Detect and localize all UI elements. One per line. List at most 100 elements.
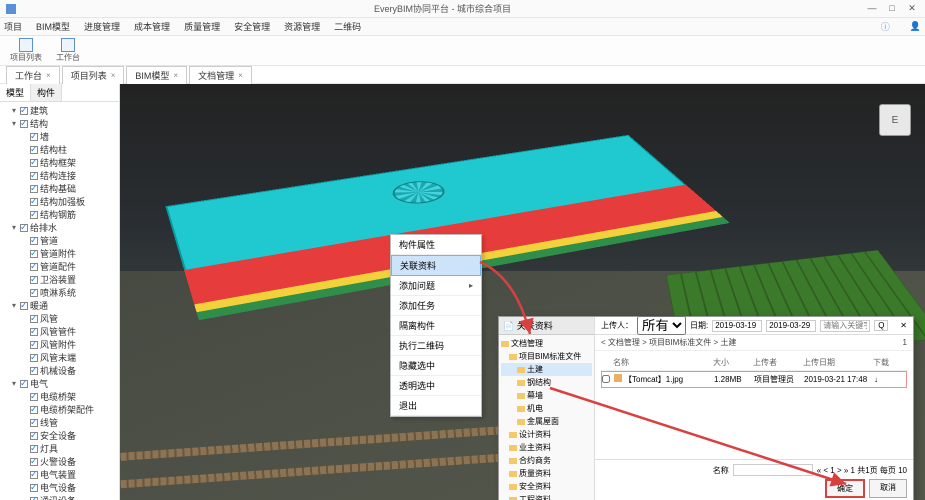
ok-button[interactable]: 确定	[825, 479, 865, 498]
tree-node[interactable]: 火警设备	[2, 455, 117, 468]
tree-node[interactable]: 电缆桥架配件	[2, 403, 117, 416]
menu-schedule[interactable]: 进度管理	[84, 20, 120, 33]
tree-node[interactable]: ▾电气	[2, 377, 117, 390]
checkbox[interactable]	[20, 120, 28, 128]
checkbox[interactable]	[30, 198, 38, 206]
keyword-input[interactable]	[820, 320, 870, 332]
col-date[interactable]: 上传日期	[803, 357, 873, 368]
tree-node[interactable]: 风管附件	[2, 338, 117, 351]
tree-node[interactable]: 喷淋系统	[2, 286, 117, 299]
tree-node[interactable]: 结构连接	[2, 169, 117, 182]
context-menu-item[interactable]: 执行二维码	[391, 336, 481, 356]
menu-project[interactable]: 项目	[4, 20, 22, 33]
checkbox[interactable]	[30, 133, 38, 141]
minimize-button[interactable]: —	[865, 3, 879, 14]
tree-node[interactable]: 风管管件	[2, 325, 117, 338]
context-menu-item[interactable]: 隐藏选中	[391, 356, 481, 376]
checkbox[interactable]	[30, 419, 38, 427]
tree-node[interactable]: 管道	[2, 234, 117, 247]
context-menu-item[interactable]: 添加问题▸	[391, 276, 481, 296]
maximize-button[interactable]: □	[885, 3, 899, 14]
checkbox[interactable]	[20, 224, 28, 232]
tree-node[interactable]: 结构框架	[2, 156, 117, 169]
checkbox[interactable]	[30, 315, 38, 323]
tree-node[interactable]: 电气装置	[2, 468, 117, 481]
col-download[interactable]: 下载	[873, 357, 893, 368]
folder-node[interactable]: 合约商务	[501, 454, 592, 467]
close-button[interactable]: ✕	[905, 3, 919, 14]
date-to-input[interactable]	[766, 320, 816, 332]
checkbox[interactable]	[30, 263, 38, 271]
menu-qrcode[interactable]: 二维码	[334, 20, 361, 33]
tree-node[interactable]: 风管	[2, 312, 117, 325]
tree-node[interactable]: ▾给排水	[2, 221, 117, 234]
col-size[interactable]: 大小	[713, 357, 753, 368]
folder-node[interactable]: 业主资料	[501, 441, 592, 454]
context-menu-item[interactable]: 构件属性	[391, 235, 481, 255]
col-name[interactable]: 名称	[613, 357, 713, 368]
close-icon[interactable]: ×	[238, 71, 243, 80]
user-icon[interactable]: 👤	[910, 21, 921, 32]
tree-node[interactable]: 电缆桥架	[2, 390, 117, 403]
menu-resource[interactable]: 资源管理	[284, 20, 320, 33]
uploader-select[interactable]: 所有	[637, 316, 686, 335]
dialog-close-icon[interactable]: ✕	[900, 321, 907, 330]
close-icon[interactable]: ×	[46, 71, 51, 80]
checkbox[interactable]	[30, 341, 38, 349]
toggle-icon[interactable]: ▾	[10, 119, 18, 128]
cancel-button[interactable]: 取消	[869, 479, 907, 498]
close-icon[interactable]: ×	[111, 71, 116, 80]
tab-doc-mgmt[interactable]: 文档管理×	[189, 66, 252, 84]
menu-bim[interactable]: BIM模型	[36, 20, 70, 33]
context-menu-item[interactable]: 关联资料	[391, 255, 481, 276]
pager[interactable]: « < 1 > » 1 共1页 每页 10	[817, 465, 907, 476]
toolbar-workspace[interactable]: 工作台	[52, 37, 84, 64]
close-icon[interactable]: ×	[173, 71, 178, 80]
context-menu-item[interactable]: 退出	[391, 396, 481, 416]
folder-node[interactable]: 工程资料	[501, 493, 592, 500]
folder-node[interactable]: 文档管理	[501, 337, 592, 350]
3d-viewport[interactable]: E N 构件属性关联资料添加问题▸添加任务隔离构件执行二维码隐藏选中透明选中退出…	[120, 84, 925, 500]
folder-node[interactable]: 机电	[501, 402, 592, 415]
date-from-input[interactable]	[712, 320, 762, 332]
folder-node[interactable]: 钢结构	[501, 376, 592, 389]
tree-node[interactable]: 管道配件	[2, 260, 117, 273]
checkbox[interactable]	[30, 276, 38, 284]
checkbox[interactable]	[30, 354, 38, 362]
search-icon[interactable]: Q	[874, 320, 888, 331]
checkbox[interactable]	[30, 328, 38, 336]
checkbox[interactable]	[20, 302, 28, 310]
tree-node[interactable]: 管道附件	[2, 247, 117, 260]
help-icon[interactable]: ⓘ	[881, 20, 890, 33]
tree-node[interactable]: 墙	[2, 130, 117, 143]
context-menu-item[interactable]: 透明选中	[391, 376, 481, 396]
ext-input[interactable]	[733, 464, 813, 476]
folder-node[interactable]: 安全资料	[501, 480, 592, 493]
menu-quality[interactable]: 质量管理	[184, 20, 220, 33]
checkbox[interactable]	[30, 172, 38, 180]
checkbox[interactable]	[30, 237, 38, 245]
tab-workspace[interactable]: 工作台×	[6, 66, 60, 84]
tree-node[interactable]: 灯具	[2, 442, 117, 455]
menu-safety[interactable]: 安全管理	[234, 20, 270, 33]
checkbox[interactable]	[30, 497, 38, 500]
checkbox[interactable]	[30, 159, 38, 167]
checkbox[interactable]	[30, 471, 38, 479]
tree-node[interactable]: ▾暖通	[2, 299, 117, 312]
toggle-icon[interactable]: ▾	[10, 301, 18, 310]
col-uploader[interactable]: 上传者	[753, 357, 803, 368]
file-checkbox[interactable]	[602, 375, 610, 383]
checkbox[interactable]	[30, 406, 38, 414]
context-menu-item[interactable]: 隔离构件	[391, 316, 481, 336]
checkbox[interactable]	[30, 250, 38, 258]
toggle-icon[interactable]: ▾	[10, 223, 18, 232]
folder-node[interactable]: 质量资料	[501, 467, 592, 480]
checkbox[interactable]	[30, 484, 38, 492]
checkbox[interactable]	[30, 289, 38, 297]
checkbox[interactable]	[30, 185, 38, 193]
checkbox[interactable]	[30, 393, 38, 401]
checkbox[interactable]	[30, 211, 38, 219]
tree-node[interactable]: 机械设备	[2, 364, 117, 377]
tree-node[interactable]: 结构钢筋	[2, 208, 117, 221]
context-menu-item[interactable]: 添加任务	[391, 296, 481, 316]
